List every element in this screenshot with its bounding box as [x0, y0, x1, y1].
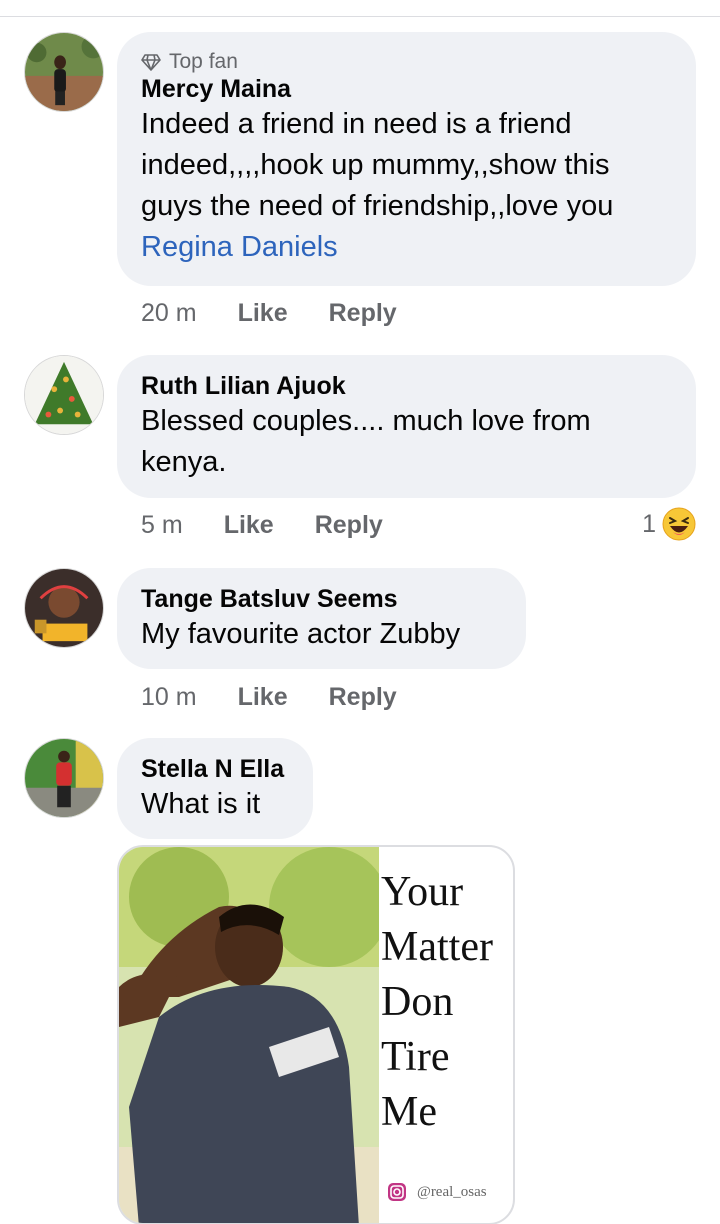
- commenter-name[interactable]: Ruth Lilian Ajuok: [141, 371, 672, 401]
- avatar[interactable]: [24, 738, 104, 818]
- avatar[interactable]: [24, 32, 104, 112]
- like-button[interactable]: Like: [224, 510, 274, 540]
- reaction-count: 1: [642, 509, 656, 538]
- diamond-icon: [141, 54, 161, 71]
- comment-bubble[interactable]: Tange Batsluv Seems My favourite actor Z…: [117, 568, 526, 669]
- mention-link[interactable]: Regina Daniels: [141, 227, 672, 268]
- comment-text: Blessed couples.... much love from kenya…: [141, 401, 672, 483]
- meme-line: Don: [381, 979, 454, 1025]
- comment-bubble[interactable]: Top fan Mercy Maina Indeed a friend in n…: [117, 32, 696, 286]
- meme-image-attachment[interactable]: Your Matter Don Tire Me @real_osas: [117, 845, 515, 1224]
- commenter-name[interactable]: Tange Batsluv Seems: [141, 584, 502, 614]
- comment-line: kenya.: [141, 446, 227, 478]
- commenter-name[interactable]: Stella N Ella: [141, 754, 289, 784]
- avatar[interactable]: [24, 568, 104, 648]
- meme-line: Me: [381, 1089, 437, 1135]
- comment-line: indeed,,,,hook up mummy,,show this: [141, 149, 610, 181]
- laughing-emoji-icon: [662, 507, 696, 541]
- meme-line: Tire: [381, 1034, 450, 1080]
- handle-text: @real_osas: [417, 1183, 487, 1200]
- avatar[interactable]: [24, 355, 104, 435]
- instagram-icon: [388, 1183, 406, 1201]
- comment-bubble[interactable]: Ruth Lilian Ajuok Blessed couples.... mu…: [117, 355, 696, 498]
- top-divider: [0, 16, 720, 17]
- meme-photo: [119, 847, 379, 1223]
- comment-actions: 5 m Like Reply: [141, 510, 424, 540]
- comment-line: My favourite actor Zubby: [141, 618, 461, 650]
- badge-label: Top fan: [169, 50, 238, 73]
- comment-text: Indeed a friend in need is a friend inde…: [141, 104, 672, 268]
- meme-caption: Your Matter Don Tire Me: [381, 865, 493, 1140]
- comment-line: Indeed a friend in need is a friend: [141, 108, 572, 140]
- comment-text: What is it: [141, 784, 289, 825]
- like-button[interactable]: Like: [238, 298, 288, 328]
- meme-line: Your: [381, 869, 464, 915]
- comment-line: What is it: [141, 788, 261, 820]
- comment-line: guys the need of friendship,,love you: [141, 190, 614, 222]
- reply-button[interactable]: Reply: [315, 510, 383, 540]
- reaction-summary[interactable]: 1: [642, 507, 696, 541]
- reply-button[interactable]: Reply: [329, 298, 397, 328]
- comment-actions: 10 m Like Reply: [141, 682, 438, 712]
- commenter-name[interactable]: Mercy Maina: [141, 74, 672, 104]
- like-button[interactable]: Like: [238, 682, 288, 712]
- meme-handle: @real_osas: [387, 1182, 487, 1202]
- top-fan-badge: Top fan: [141, 50, 672, 74]
- comment-bubble[interactable]: Stella N Ella What is it: [117, 738, 313, 839]
- comment-time: 20 m: [141, 299, 197, 327]
- comment-time: 5 m: [141, 511, 183, 539]
- meme-line: Matter: [381, 924, 493, 970]
- reply-button[interactable]: Reply: [329, 682, 397, 712]
- comment-text: My favourite actor Zubby: [141, 614, 502, 655]
- comment-time: 10 m: [141, 683, 197, 711]
- comment-line: Blessed couples.... much love from: [141, 405, 591, 437]
- comment-actions: 20 m Like Reply: [141, 298, 438, 328]
